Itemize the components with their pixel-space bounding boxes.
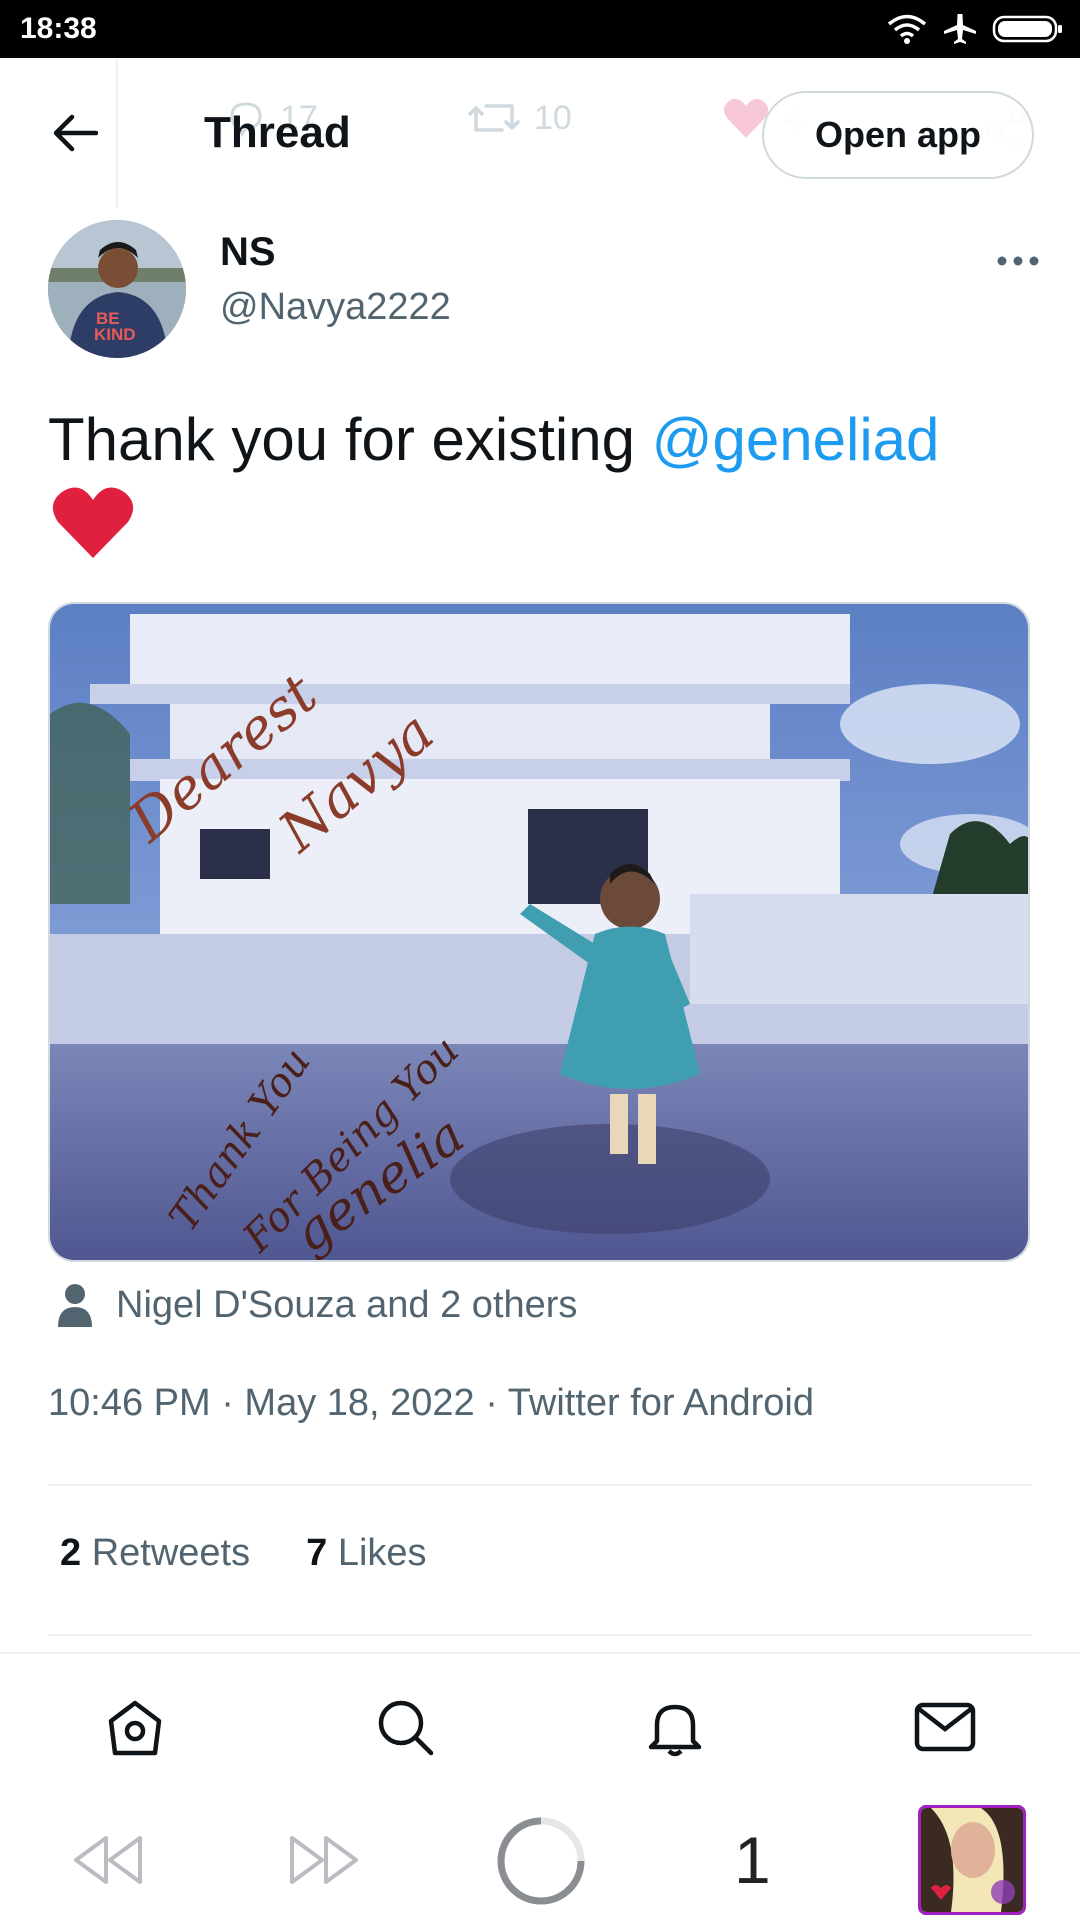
- mention-link[interactable]: @geneliad: [652, 406, 940, 473]
- person-icon: [58, 1284, 92, 1327]
- thread-header: 17 10 4 Thread Open app: [0, 58, 1080, 208]
- home-icon: [108, 1700, 162, 1756]
- nav-messages[interactable]: [910, 1692, 980, 1762]
- divider: [48, 1634, 1032, 1636]
- avatar-photo: BE KIND: [48, 220, 186, 358]
- author-handle[interactable]: @Navya2222: [220, 286, 451, 329]
- tweet-stats: 2 Retweets 7 Likes: [60, 1532, 427, 1575]
- airplane-mode-icon: [944, 14, 976, 44]
- retweets-stat[interactable]: 2 Retweets: [60, 1532, 250, 1575]
- messages-envelope-icon: [914, 1702, 976, 1752]
- status-icons: [886, 12, 1064, 46]
- tweet-text-body: Thank you for existing: [48, 406, 652, 473]
- browser-forward-button[interactable]: [284, 1830, 364, 1890]
- status-time: 18:38: [20, 12, 97, 45]
- tagged-people[interactable]: Nigel D'Souza and 2 others: [56, 1280, 577, 1330]
- thread-line: [116, 58, 118, 208]
- nav-search[interactable]: [370, 1692, 440, 1762]
- ghost-retweet-count: 10: [534, 98, 572, 137]
- loading-circle-icon: [497, 1817, 585, 1905]
- avatar[interactable]: BE KIND: [48, 220, 186, 358]
- divider: [48, 1484, 1032, 1486]
- retweets-label: Retweets: [91, 1532, 251, 1574]
- open-app-button[interactable]: Open app: [762, 91, 1034, 179]
- status-bar: 18:38: [0, 0, 1080, 58]
- battery-icon: [992, 15, 1062, 43]
- svg-text:KIND: KIND: [94, 325, 136, 344]
- tweet-text: Thank you for existing @geneliad: [48, 400, 1038, 480]
- fast-forward-icon: [290, 1836, 358, 1884]
- profile-thumbnail[interactable]: [918, 1805, 1026, 1915]
- search-icon: [378, 1700, 434, 1756]
- bottom-nav: [0, 1652, 1080, 1802]
- red-heart-emoji-icon: [52, 487, 134, 558]
- retweet-icon: [468, 104, 520, 132]
- profile-image: [921, 1808, 1023, 1912]
- browser-toolbar: 1: [0, 1802, 1080, 1920]
- more-options-button[interactable]: [988, 246, 1048, 276]
- autographed-photo: Dearest Navya Thank You For Being You ge…: [50, 604, 1028, 1260]
- more-dots-icon: [997, 256, 1039, 266]
- page-title: Thread: [204, 108, 351, 157]
- arrow-left-icon: [53, 114, 98, 152]
- retweets-count: 2: [60, 1532, 82, 1574]
- back-button[interactable]: [40, 98, 110, 168]
- likes-stat[interactable]: 7 Likes: [306, 1532, 426, 1575]
- notifications-bell-icon: [648, 1704, 702, 1757]
- ghost-retweet-action: 10: [468, 88, 572, 148]
- author-name[interactable]: NS: [220, 230, 276, 275]
- wifi-icon: [887, 14, 927, 44]
- likes-count: 7: [306, 1532, 328, 1574]
- tagged-label: Nigel D'Souza and 2 others: [116, 1283, 578, 1326]
- nav-notifications[interactable]: [640, 1692, 710, 1762]
- likes-label: Likes: [337, 1532, 427, 1574]
- rewind-icon: [74, 1836, 142, 1884]
- browser-reload-button[interactable]: [494, 1814, 588, 1908]
- tab-count[interactable]: 1: [734, 1822, 771, 1898]
- tweet-timestamp[interactable]: 10:46 PM · May 18, 2022 · Twitter for An…: [48, 1382, 814, 1425]
- browser-back-button[interactable]: [68, 1830, 148, 1890]
- nav-home[interactable]: [100, 1692, 170, 1762]
- tweet-author: BE KIND NS @Navya2222: [48, 220, 1048, 360]
- tweet-photo[interactable]: Dearest Navya Thank You For Being You ge…: [48, 602, 1030, 1262]
